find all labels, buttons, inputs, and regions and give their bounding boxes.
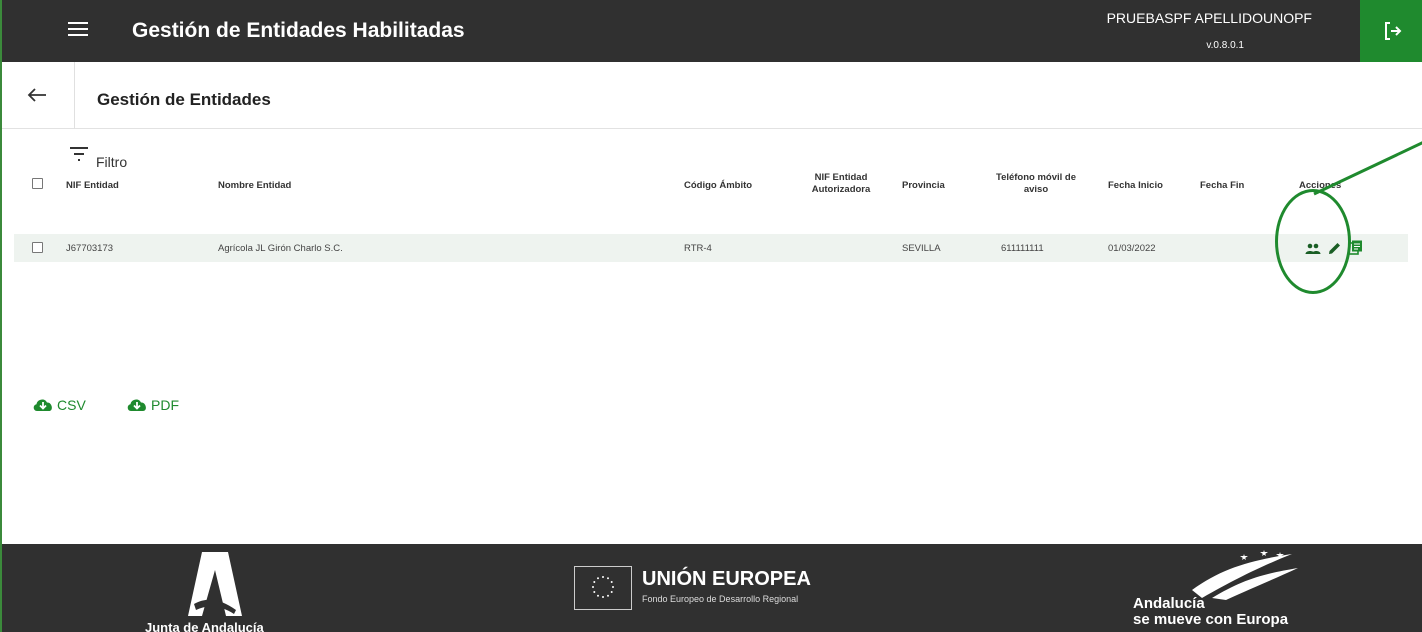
column-header-nif: NIF Entidad <box>66 180 119 191</box>
footer: Junta de Andalucía UNIÓN EUROPEA Fondo E… <box>2 544 1422 632</box>
andalucia-line1: Andalucía <box>1133 595 1205 612</box>
select-all-checkbox[interactable] <box>32 178 43 189</box>
eu-subtitle: Fondo Europeo de Desarrollo Regional <box>642 594 799 604</box>
filter-icon <box>70 147 88 161</box>
logout-icon <box>1385 22 1402 40</box>
back-button[interactable] <box>26 86 48 109</box>
app-title: Gestión de Entidades Habilitadas <box>132 19 465 42</box>
cell-provincia: SEVILLA <box>902 243 941 254</box>
arrow-left-icon <box>27 88 46 102</box>
app-version: v.0.8.0.1 <box>1206 40 1244 51</box>
cloud-download-icon <box>127 399 146 411</box>
cell-telefono: 611111111 <box>1001 243 1044 254</box>
divider <box>74 62 75 129</box>
hamburger-menu-icon[interactable] <box>68 22 88 38</box>
user-name: PRUEBASPF APELLIDOUNOPF <box>1106 10 1312 26</box>
column-header-nombre: Nombre Entidad <box>218 180 292 191</box>
export-pdf-label: PDF <box>151 397 179 413</box>
callout-circle <box>1275 189 1351 294</box>
logout-button[interactable] <box>1360 0 1422 62</box>
andalucia-line2: se mueve con Europa <box>1133 611 1289 628</box>
app-frame: Gestión de Entidades Habilitadas PRUEBAS… <box>0 0 1422 632</box>
callout-line <box>1313 141 1422 196</box>
row-checkbox[interactable] <box>32 242 43 253</box>
junta-logo-text: Junta de Andalucía <box>145 620 264 632</box>
column-header-codigo-ambito: Código Ámbito <box>684 180 753 191</box>
cell-codigo-ambito: RTR-4 <box>684 243 712 254</box>
page-header: Gestión de Entidades <box>2 62 1422 129</box>
export-csv-label: CSV <box>57 397 86 413</box>
column-header-provincia: Provincia <box>902 180 945 191</box>
eu-stars-icon <box>592 576 614 598</box>
cell-nombre: Agrícola JL Girón Charlo S.C. <box>218 243 343 254</box>
column-header-fecha-inicio: Fecha Inicio <box>1108 180 1163 191</box>
top-bar: Gestión de Entidades Habilitadas PRUEBAS… <box>2 0 1422 62</box>
eu-title: UNIÓN EUROPEA <box>642 568 811 590</box>
eu-flag-logo <box>574 566 632 610</box>
cloud-download-icon <box>33 399 52 411</box>
column-header-telefono: Teléfono móvil de aviso <box>995 172 1077 195</box>
table-row[interactable]: J67703173 Agrícola JL Girón Charlo S.C. … <box>14 234 1408 262</box>
filter-label: Filtro <box>96 154 128 170</box>
column-header-fecha-fin: Fecha Fin <box>1200 180 1245 191</box>
junta-andalucia-logo <box>188 552 242 616</box>
page-title: Gestión de Entidades <box>97 90 271 109</box>
cell-nif: J67703173 <box>66 243 114 254</box>
column-header-nif-autorizadora: NIF Entidad Autorizadora <box>811 172 871 195</box>
cell-fecha-inicio: 01/03/2022 <box>1108 243 1156 254</box>
